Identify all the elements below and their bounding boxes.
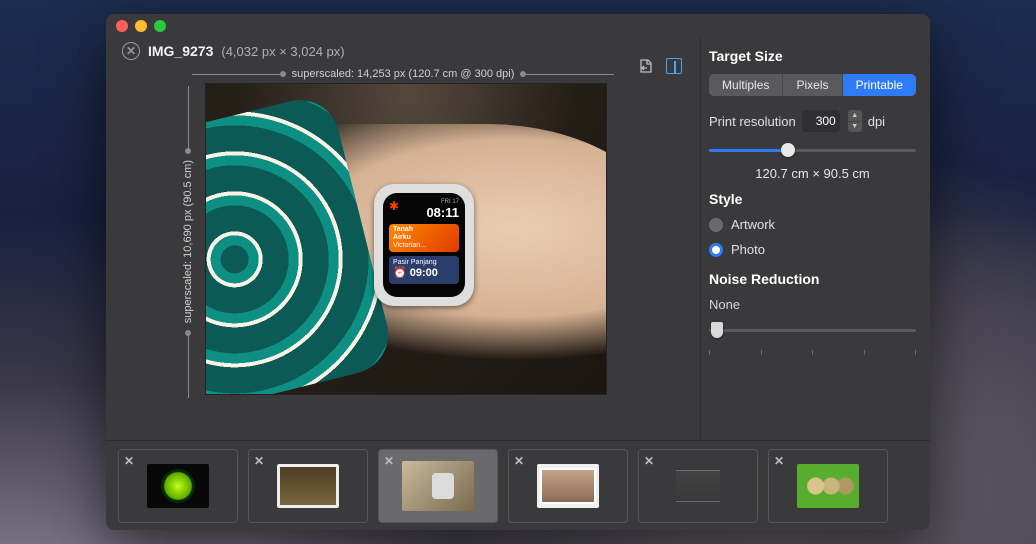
style-title: Style — [709, 191, 916, 207]
style-photo-option[interactable]: Photo — [709, 242, 916, 257]
app-window: ✕ IMG_9273 (4,032 px × 3,024 px) supersc… — [106, 14, 930, 530]
remove-thumb-icon[interactable]: ✕ — [124, 454, 134, 468]
ruler-top: superscaled: 14,253 px (120.7 cm @ 300 d… — [192, 68, 614, 80]
remove-thumb-icon[interactable]: ✕ — [514, 454, 524, 468]
slider-ticks — [709, 350, 916, 355]
thumbnail[interactable]: ✕ — [248, 449, 368, 523]
remove-thumb-icon[interactable]: ✕ — [254, 454, 264, 468]
image-preview[interactable]: ✱ FRI 17 08:11 Tanah Airku Victori — [206, 84, 606, 394]
radio-icon — [709, 218, 723, 232]
window-zoom-button[interactable] — [154, 20, 166, 32]
target-size-title: Target Size — [709, 48, 916, 64]
print-resolution-input[interactable] — [802, 114, 840, 128]
settings-panel: Target Size Multiples Pixels Printable P… — [700, 38, 930, 440]
print-resolution-label: Print resolution — [709, 114, 796, 129]
file-dimensions: (4,032 px × 3,024 px) — [221, 44, 344, 59]
titlebar — [106, 14, 930, 38]
style-artwork-option[interactable]: Artwork — [709, 217, 916, 232]
watch-time: 08:11 — [426, 205, 459, 220]
print-resolution-stepper[interactable]: ▲▼ — [848, 110, 862, 132]
dpi-label: dpi — [868, 114, 885, 129]
thumbnail[interactable]: ✕ — [118, 449, 238, 523]
remove-thumb-icon[interactable]: ✕ — [384, 454, 394, 468]
file-name: IMG_9273 — [148, 43, 213, 59]
thumbnail[interactable]: ✕ — [378, 449, 498, 523]
thumbnail[interactable]: ✕ — [638, 449, 758, 523]
size-slider[interactable] — [709, 142, 916, 158]
thumbnail-strip: ✕ ✕ ✕ ✕ ✕ ✕ — [106, 440, 930, 530]
tab-pixels[interactable]: Pixels — [783, 74, 842, 96]
ruler-left: superscaled: 10,690 px (90.5 cm) — [182, 86, 194, 398]
noise-reduction-slider[interactable] — [709, 322, 916, 338]
window-close-button[interactable] — [116, 20, 128, 32]
compare-icon[interactable] — [664, 56, 684, 76]
thumbnail[interactable]: ✕ — [508, 449, 628, 523]
window-minimize-button[interactable] — [135, 20, 147, 32]
thumbnail[interactable]: ✕ — [768, 449, 888, 523]
clear-image-button[interactable]: ✕ — [122, 42, 140, 60]
main-pane: ✕ IMG_9273 (4,032 px × 3,024 px) supersc… — [106, 38, 700, 440]
tab-multiples[interactable]: Multiples — [709, 74, 783, 96]
output-dimensions: 120.7 cm × 90.5 cm — [709, 166, 916, 181]
ruler-left-label: superscaled: 10,690 px (90.5 cm) — [182, 154, 194, 329]
remove-thumb-icon[interactable]: ✕ — [644, 454, 654, 468]
ruler-top-label: superscaled: 14,253 px (120.7 cm @ 300 d… — [286, 68, 521, 80]
target-size-tabs: Multiples Pixels Printable — [709, 74, 916, 96]
noise-reduction-title: Noise Reduction — [709, 271, 916, 287]
export-icon[interactable] — [636, 56, 656, 76]
radio-icon — [709, 243, 723, 257]
tab-printable[interactable]: Printable — [843, 74, 916, 96]
remove-thumb-icon[interactable]: ✕ — [774, 454, 784, 468]
noise-reduction-value: None — [709, 297, 916, 312]
print-resolution-field[interactable] — [802, 110, 840, 132]
